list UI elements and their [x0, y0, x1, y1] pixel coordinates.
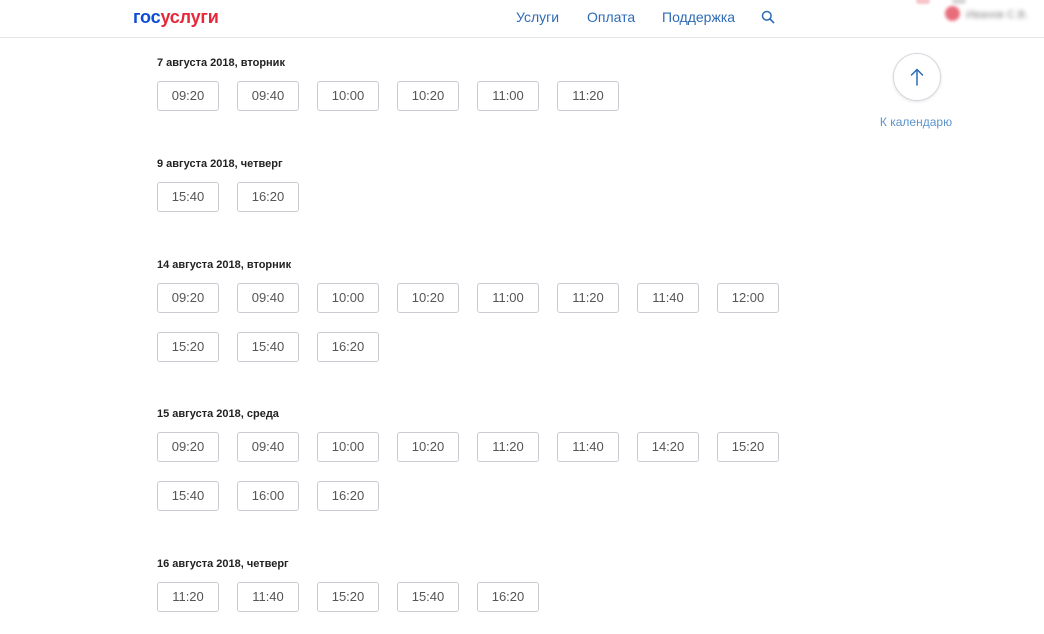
time-slot-button[interactable]: 11:00 — [477, 81, 539, 111]
user-name: Иванов С.В. — [966, 9, 1029, 21]
day-title: 16 августа 2018, четверг — [157, 558, 289, 570]
time-slot-button[interactable]: 16:20 — [317, 332, 379, 362]
time-slot-button[interactable]: 10:00 — [317, 81, 379, 111]
slot-grid: 09:20 09:40 10:00 10:20 11:00 11:20 11:40 12:00… — [157, 283, 797, 362]
header: госуслуги Услуги Оплата Поддержка Иванов… — [0, 0, 1044, 38]
time-slot-button[interactable]: 15:40 — [157, 182, 219, 212]
time-slot-button[interactable]: 15:20 — [157, 332, 219, 362]
time-slot-button[interactable]: 16:00 — [237, 481, 299, 511]
time-slot-button[interactable]: 16:20 — [477, 582, 539, 612]
nav-support[interactable]: Поддержка — [662, 9, 735, 25]
slot-grid: 09:20 09:40 10:00 10:20 11:20 11:40 14:20 15:20… — [157, 432, 797, 511]
slot-grid: 11:20 11:40 15:20 15:40 16:20 — [157, 582, 797, 612]
time-slot-button[interactable]: 15:40 — [397, 582, 459, 612]
time-slot-button[interactable]: 09:40 — [237, 432, 299, 462]
time-slot-button[interactable]: 09:40 — [237, 283, 299, 313]
user-menu[interactable]: Иванов С.В. — [912, 0, 1044, 37]
time-slot-button[interactable]: 09:20 — [157, 81, 219, 111]
day-section: 16 августа 2018, четверг 11:20 11:40 15:20 1… — [157, 557, 797, 612]
avatar — [945, 6, 960, 21]
nav-services[interactable]: Услуги — [516, 9, 559, 25]
search-icon[interactable] — [761, 10, 775, 24]
time-slot-button[interactable]: 10:00 — [317, 283, 379, 313]
logo-part-uslugi: услуги — [160, 7, 219, 27]
slot-grid: 15:40 16:20 — [157, 182, 797, 212]
day-title: 14 августа 2018, вторник — [157, 259, 292, 271]
time-slot-button[interactable]: 11:40 — [637, 283, 699, 313]
time-slot-button[interactable]: 09:40 — [237, 81, 299, 111]
page: госуслуги Услуги Оплата Поддержка Иванов… — [0, 0, 1044, 634]
notification-indicator — [916, 0, 930, 4]
time-slot-button[interactable]: 15:20 — [717, 432, 779, 462]
day-section: 7 августа 2018, вторник 09:20 09:40 10:00 10… — [157, 56, 797, 111]
time-slot-button[interactable]: 11:20 — [557, 283, 619, 313]
time-slot-button[interactable]: 11:00 — [477, 283, 539, 313]
back-to-calendar-link[interactable]: К календарю — [870, 115, 962, 129]
time-slot-button[interactable]: 11:20 — [157, 582, 219, 612]
back-to-calendar-button[interactable] — [893, 53, 941, 101]
time-slot-button[interactable]: 15:40 — [237, 332, 299, 362]
time-slot-button[interactable]: 14:20 — [637, 432, 699, 462]
time-slot-button[interactable]: 11:40 — [557, 432, 619, 462]
user-secondary-indicator — [952, 0, 966, 4]
time-slot-button[interactable]: 10:20 — [397, 283, 459, 313]
day-title: 9 августа 2018, четверг — [157, 158, 283, 170]
day-title: 15 августа 2018, среда — [157, 408, 279, 420]
time-slot-button[interactable]: 11:20 — [557, 81, 619, 111]
nav-payment[interactable]: Оплата — [587, 9, 635, 25]
day-section: 15 августа 2018, среда 09:20 09:40 10:00 10:… — [157, 407, 797, 511]
time-slot-button[interactable]: 16:20 — [237, 182, 299, 212]
time-slot-button[interactable]: 11:40 — [237, 582, 299, 612]
day-section: 9 августа 2018, четверг 15:40 16:20 — [157, 157, 797, 212]
time-slot-button[interactable]: 09:20 — [157, 283, 219, 313]
time-slot-button[interactable]: 16:20 — [317, 481, 379, 511]
time-slot-button[interactable]: 15:40 — [157, 481, 219, 511]
time-slot-button[interactable]: 11:20 — [477, 432, 539, 462]
day-section: 14 августа 2018, вторник 09:20 09:40 10:00 1… — [157, 258, 797, 362]
time-slot-button[interactable]: 10:20 — [397, 432, 459, 462]
time-slot-button[interactable]: 10:20 — [397, 81, 459, 111]
time-slot-button[interactable]: 09:20 — [157, 432, 219, 462]
day-title: 7 августа 2018, вторник — [157, 57, 285, 69]
time-slot-button[interactable]: 15:20 — [317, 582, 379, 612]
logo-part-gos: гос — [133, 7, 161, 27]
slot-grid: 09:20 09:40 10:00 10:20 11:00 11:20 — [157, 81, 797, 111]
time-slot-button[interactable]: 12:00 — [717, 283, 779, 313]
gosuslugi-logo[interactable]: госуслуги — [133, 7, 219, 27]
arrow-up-icon — [910, 68, 924, 86]
time-slot-button[interactable]: 10:00 — [317, 432, 379, 462]
